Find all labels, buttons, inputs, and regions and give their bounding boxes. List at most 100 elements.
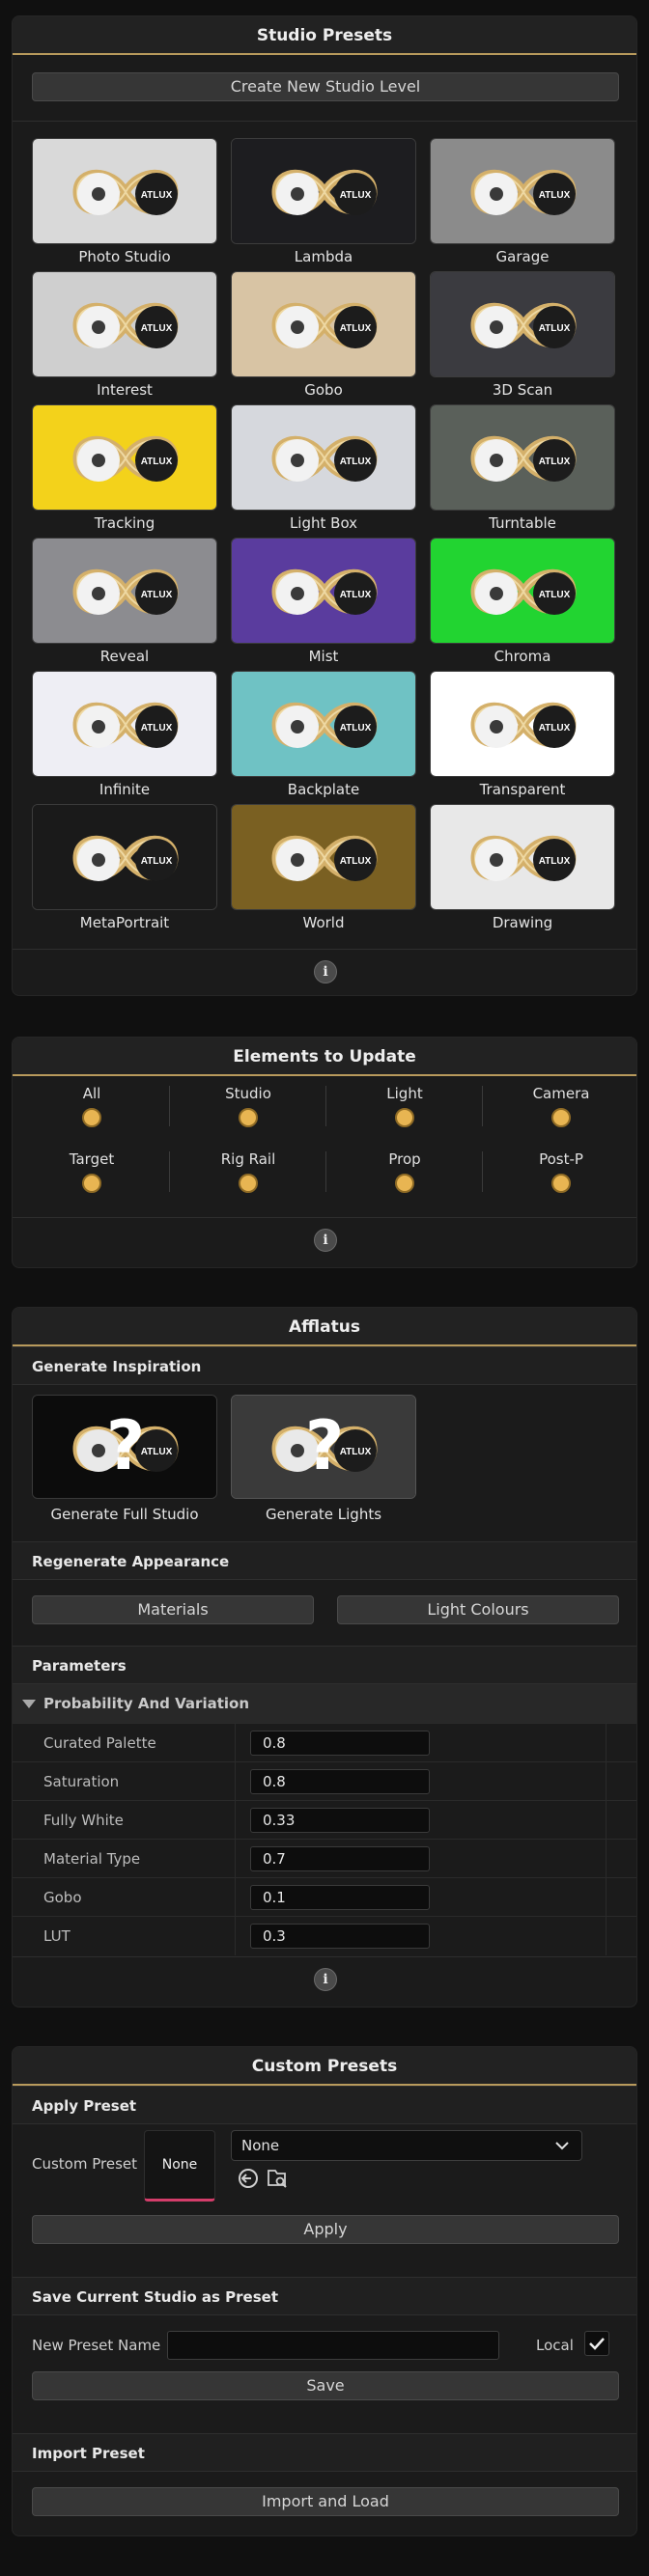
- generate-lights-thumbnail[interactable]: ATLUX?: [231, 1395, 416, 1499]
- preset-card-transparent[interactable]: ATLUX Transparent: [430, 671, 615, 799]
- preset-thumbnail[interactable]: ATLUX: [32, 138, 217, 244]
- preset-thumbnail[interactable]: ATLUX: [430, 404, 615, 511]
- preset-card-light-box[interactable]: ATLUX Light Box: [231, 404, 416, 533]
- element-label: Light: [386, 1085, 423, 1102]
- generate-thumbnail-image: ATLUX?: [232, 1396, 415, 1498]
- local-checkbox[interactable]: [584, 2331, 609, 2356]
- preset-card-chroma[interactable]: ATLUX Chroma: [430, 538, 615, 666]
- preset-thumbnail[interactable]: ATLUX: [430, 138, 615, 244]
- preset-card-infinite[interactable]: ATLUX Infinite: [32, 671, 217, 799]
- element-label: All: [82, 1085, 101, 1102]
- preset-card-gobo[interactable]: ATLUX Gobo: [231, 271, 416, 400]
- preset-label: MetaPortrait: [79, 914, 170, 931]
- element-toggle-post-p[interactable]: Post-P: [484, 1150, 636, 1193]
- info-icon[interactable]: i: [314, 1968, 337, 1991]
- generate-full-studio-card[interactable]: ATLUX? Generate Full Studio: [32, 1395, 217, 1524]
- use-selected-asset-icon[interactable]: [237, 2167, 260, 2190]
- parameter-value-input[interactable]: 0.8: [250, 1769, 430, 1794]
- preset-card-photo-studio[interactable]: ATLUX Photo Studio: [32, 138, 217, 266]
- element-toggle-target[interactable]: Target: [14, 1150, 169, 1193]
- column-separator: [606, 1878, 607, 1917]
- preset-card-turntable[interactable]: ATLUX Turntable: [430, 404, 615, 533]
- parameters-header: Parameters: [13, 1646, 636, 1684]
- column-separator: [235, 1801, 236, 1840]
- preset-label: Garage: [495, 248, 550, 265]
- preset-card-world[interactable]: ATLUX World: [231, 804, 416, 932]
- probability-and-variation-group[interactable]: Probability And Variation: [13, 1684, 636, 1723]
- column-separator: [482, 1086, 483, 1126]
- svg-text:ATLUX: ATLUX: [539, 323, 571, 334]
- preset-thumbnail[interactable]: ATLUX: [430, 271, 615, 377]
- preset-thumbnail[interactable]: ATLUX: [32, 271, 217, 377]
- column-separator: [606, 1801, 607, 1840]
- parameter-value-input[interactable]: 0.3: [250, 1924, 430, 1949]
- element-toggle-dot[interactable]: [239, 1108, 258, 1127]
- preset-card-tracking[interactable]: ATLUX Tracking: [32, 404, 217, 533]
- column-separator: [169, 1151, 170, 1192]
- parameter-value-input[interactable]: 0.33: [250, 1808, 430, 1833]
- preset-label: Turntable: [489, 514, 556, 532]
- preset-card-drawing[interactable]: ATLUX Drawing: [430, 804, 615, 932]
- parameter-value-input[interactable]: 0.8: [250, 1731, 430, 1756]
- custom-preset-thumbnail[interactable]: None: [144, 2130, 215, 2202]
- preset-label: Drawing: [492, 914, 553, 931]
- preset-card-backplate[interactable]: ATLUX Backplate: [231, 671, 416, 799]
- preset-card-lambda[interactable]: ATLUX Lambda: [231, 138, 416, 266]
- element-toggle-dot[interactable]: [239, 1174, 258, 1193]
- parameter-value-input[interactable]: 0.7: [250, 1846, 430, 1871]
- preset-card-reveal[interactable]: ATLUX Reveal: [32, 538, 217, 666]
- element-toggle-dot[interactable]: [551, 1108, 571, 1127]
- new-preset-name-input[interactable]: [167, 2331, 499, 2360]
- preset-label: Gobo: [304, 381, 343, 399]
- custom-preset-select[interactable]: None: [231, 2130, 582, 2161]
- preset-thumbnail[interactable]: ATLUX: [231, 804, 416, 910]
- preset-thumbnail[interactable]: ATLUX: [430, 538, 615, 644]
- preset-label: 3D Scan: [492, 381, 553, 399]
- collapse-triangle-icon[interactable]: [22, 1700, 36, 1708]
- divider: [13, 1217, 636, 1218]
- light-colours-button[interactable]: Light Colours: [337, 1595, 619, 1624]
- info-icon[interactable]: i: [314, 960, 337, 983]
- element-toggle-studio[interactable]: Studio: [171, 1084, 325, 1127]
- element-toggle-all[interactable]: All: [14, 1084, 169, 1127]
- element-toggle-dot[interactable]: [551, 1174, 571, 1193]
- preset-thumbnail[interactable]: ATLUX: [231, 671, 416, 777]
- svg-text:ATLUX: ATLUX: [141, 457, 173, 467]
- generate-lights-card[interactable]: ATLUX? Generate Lights: [231, 1395, 416, 1524]
- preset-thumbnail-image: ATLUX: [431, 139, 614, 243]
- element-toggle-camera[interactable]: Camera: [484, 1084, 636, 1127]
- preset-thumbnail[interactable]: ATLUX: [32, 538, 217, 644]
- element-toggle-rig-rail[interactable]: Rig Rail: [171, 1150, 325, 1193]
- element-toggle-light[interactable]: Light: [327, 1084, 482, 1127]
- import-and-load-button[interactable]: Import and Load: [32, 2487, 619, 2516]
- element-toggle-dot[interactable]: [395, 1108, 414, 1127]
- generate-full-studio-thumbnail[interactable]: ATLUX?: [32, 1395, 217, 1499]
- info-icon[interactable]: i: [314, 1229, 337, 1252]
- preset-thumbnail[interactable]: ATLUX: [231, 138, 416, 244]
- preset-card-interest[interactable]: ATLUX Interest: [32, 271, 217, 400]
- create-new-studio-level-button[interactable]: Create New Studio Level: [32, 72, 619, 101]
- preset-thumbnail[interactable]: ATLUX: [32, 404, 217, 511]
- element-toggle-prop[interactable]: Prop: [327, 1150, 482, 1193]
- materials-button[interactable]: Materials: [32, 1595, 314, 1624]
- preset-card-metaportrait[interactable]: ATLUX MetaPortrait: [32, 804, 217, 932]
- preset-card-garage[interactable]: ATLUX Garage: [430, 138, 615, 266]
- preset-thumbnail[interactable]: ATLUX: [231, 538, 416, 644]
- preset-thumbnail[interactable]: ATLUX: [231, 404, 416, 511]
- save-button[interactable]: Save: [32, 2371, 619, 2400]
- preset-thumbnail[interactable]: ATLUX: [430, 804, 615, 910]
- parameter-value-input[interactable]: 0.1: [250, 1885, 430, 1910]
- element-toggle-dot[interactable]: [395, 1174, 414, 1193]
- parameter-name: Saturation: [43, 1773, 120, 1790]
- apply-button[interactable]: Apply: [32, 2215, 619, 2244]
- preset-card-mist[interactable]: ATLUX Mist: [231, 538, 416, 666]
- element-toggle-dot[interactable]: [82, 1174, 101, 1193]
- browse-to-asset-icon[interactable]: [266, 2167, 289, 2190]
- preset-thumbnail[interactable]: ATLUX: [32, 671, 217, 777]
- preset-thumbnail[interactable]: ATLUX: [430, 671, 615, 777]
- column-separator: [235, 1917, 236, 1955]
- preset-card-3d-scan[interactable]: ATLUX 3D Scan: [430, 271, 615, 400]
- preset-thumbnail[interactable]: ATLUX: [231, 271, 416, 377]
- element-toggle-dot[interactable]: [82, 1108, 101, 1127]
- preset-thumbnail[interactable]: ATLUX: [32, 804, 217, 910]
